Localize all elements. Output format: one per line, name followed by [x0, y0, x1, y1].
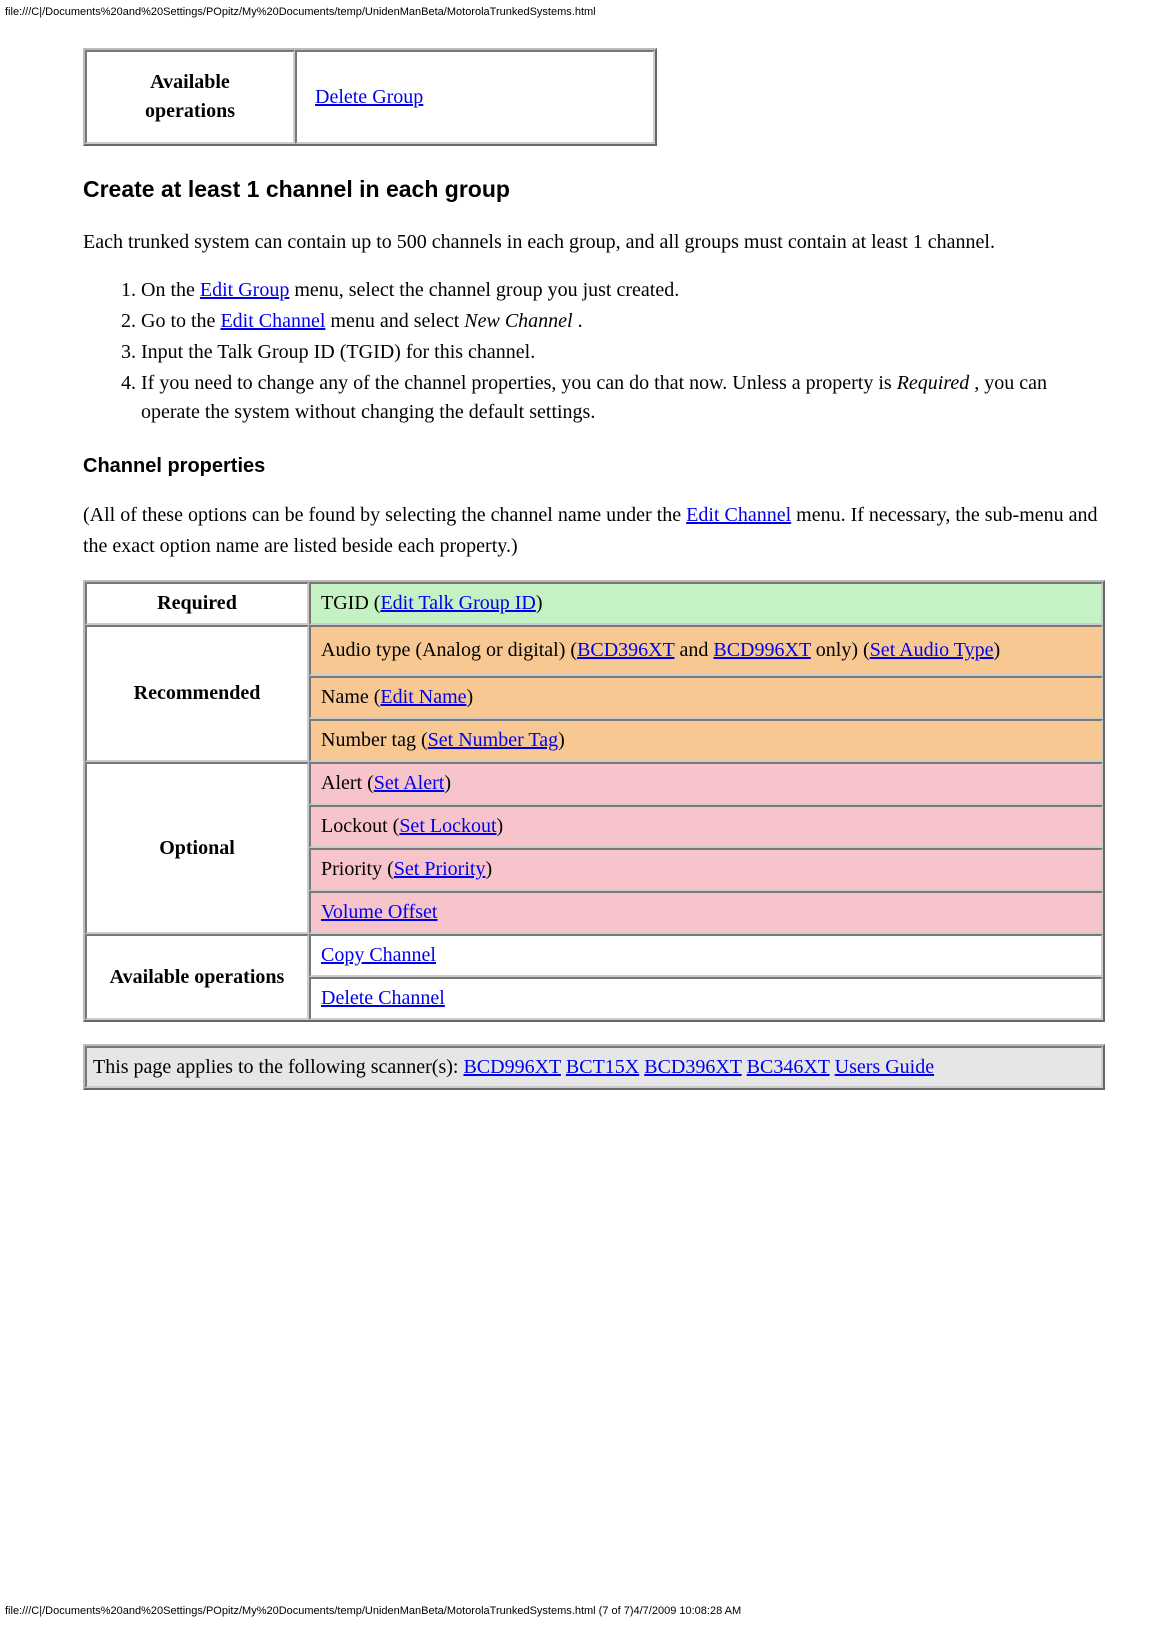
step-1-text-b: menu, select the channel group you just … [289, 279, 679, 301]
step-4: If you need to change any of the channel… [141, 369, 1105, 427]
available-cell-1: Copy Channel [309, 934, 1103, 977]
step-1-text-a: On the [141, 279, 200, 301]
channel-properties-table: Required TGID (Edit Talk Group ID) Recom… [83, 580, 1105, 1022]
required-cell-1: TGID (Edit Talk Group ID) [309, 582, 1103, 625]
url-path-top: file:///C|/Documents%20and%20Settings/PO… [5, 0, 1165, 18]
edit-channel-link-2[interactable]: Edit Channel [686, 504, 791, 526]
intro2-a: (All of these options can be found by se… [83, 504, 686, 526]
delete-group-link[interactable]: Delete Group [315, 86, 423, 108]
edit-group-link[interactable]: Edit Group [200, 279, 289, 301]
bcd996xt-footer-link[interactable]: BCD996XT [463, 1056, 560, 1078]
step-1: On the Edit Group menu, select the chann… [141, 276, 1105, 305]
heading-create-channel: Create at least 1 channel in each group [83, 176, 1105, 203]
step-4-text-a: If you need to change any of the channel… [141, 372, 897, 394]
recommended-cell-1: Audio type (Analog or digital) (BCD396XT… [309, 625, 1103, 676]
optional-cell-1: Alert (Set Alert) [309, 762, 1103, 805]
bcd996xt-link[interactable]: BCD996XT [713, 639, 810, 661]
recommended-cell-2: Name (Edit Name) [309, 676, 1103, 719]
bc346xt-footer-link[interactable]: BC346XT [747, 1056, 830, 1078]
alert-a: Alert ( [321, 772, 374, 794]
audio-type-c: ) [993, 639, 1000, 661]
lockout-b: ) [497, 815, 504, 837]
available-cell-2: Delete Channel [309, 977, 1103, 1020]
channel-properties-intro: (All of these options can be found by se… [83, 500, 1105, 562]
available-operations-header: Available operations [85, 50, 295, 144]
available-operations-cell: Delete Group [295, 50, 655, 144]
required-header: Required [85, 582, 309, 625]
optional-cell-4: Volume Offset [309, 891, 1103, 934]
intro-paragraph: Each trunked system can contain up to 50… [83, 227, 1105, 258]
steps-list: On the Edit Group menu, select the chann… [83, 276, 1105, 427]
tgid-text-a: TGID ( [321, 592, 380, 614]
edit-name-link[interactable]: Edit Name [380, 686, 466, 708]
numtag-b: ) [558, 729, 565, 751]
bct15x-footer-link[interactable]: BCT15X [566, 1056, 639, 1078]
step-2-text-a: Go to the [141, 310, 220, 332]
step-4-em: Required [897, 372, 970, 394]
optional-header: Optional [85, 762, 309, 934]
available-operations-header-2: Available operations [85, 934, 309, 1020]
set-alert-link[interactable]: Set Alert [374, 772, 445, 794]
heading-channel-properties: Channel properties [83, 455, 1105, 478]
bcd396xt-link[interactable]: BCD396XT [577, 639, 674, 661]
audio-type-a: Audio type (Analog or digital) ( [321, 639, 577, 661]
volume-offset-link[interactable]: Volume Offset [321, 901, 437, 923]
audio-type-b: only) ( [811, 639, 870, 661]
set-audio-type-link[interactable]: Set Audio Type [870, 639, 994, 661]
edit-talk-group-id-link[interactable]: Edit Talk Group ID [380, 592, 535, 614]
applies-to-footer: This page applies to the following scann… [83, 1044, 1105, 1090]
recommended-header: Recommended [85, 625, 309, 762]
step-2-em: New Channel [464, 310, 572, 332]
step-2: Go to the Edit Channel menu and select N… [141, 307, 1105, 336]
delete-channel-link[interactable]: Delete Channel [321, 987, 445, 1009]
available-operations-table: Available operations Delete Group [83, 48, 657, 146]
alert-b: ) [444, 772, 451, 794]
audio-type-mid: and [674, 639, 713, 661]
set-number-tag-link[interactable]: Set Number Tag [428, 729, 558, 751]
lockout-a: Lockout ( [321, 815, 399, 837]
priority-b: ) [485, 858, 492, 880]
priority-a: Priority ( [321, 858, 394, 880]
applies-to-text: This page applies to the following scann… [93, 1056, 463, 1078]
set-lockout-link[interactable]: Set Lockout [399, 815, 496, 837]
bcd396xt-footer-link[interactable]: BCD396XT [644, 1056, 741, 1078]
numtag-a: Number tag ( [321, 729, 428, 751]
optional-cell-3: Priority (Set Priority) [309, 848, 1103, 891]
name-b: ) [467, 686, 474, 708]
step-2-text-b: menu and select [325, 310, 464, 332]
name-a: Name ( [321, 686, 380, 708]
users-guide-footer-link[interactable]: Users Guide [835, 1056, 934, 1078]
tgid-text-b: ) [536, 592, 543, 614]
step-2-text-c: . [573, 310, 583, 332]
document-content: Available operations Delete Group Create… [83, 48, 1105, 1090]
recommended-cell-3: Number tag (Set Number Tag) [309, 719, 1103, 762]
edit-channel-link[interactable]: Edit Channel [220, 310, 325, 332]
set-priority-link[interactable]: Set Priority [394, 858, 486, 880]
url-path-bottom: file:///C|/Documents%20and%20Settings/PO… [5, 1605, 741, 1617]
optional-cell-2: Lockout (Set Lockout) [309, 805, 1103, 848]
applies-to-cell: This page applies to the following scann… [85, 1046, 1103, 1088]
step-3: Input the Talk Group ID (TGID) for this … [141, 338, 1105, 367]
copy-channel-link[interactable]: Copy Channel [321, 944, 436, 966]
